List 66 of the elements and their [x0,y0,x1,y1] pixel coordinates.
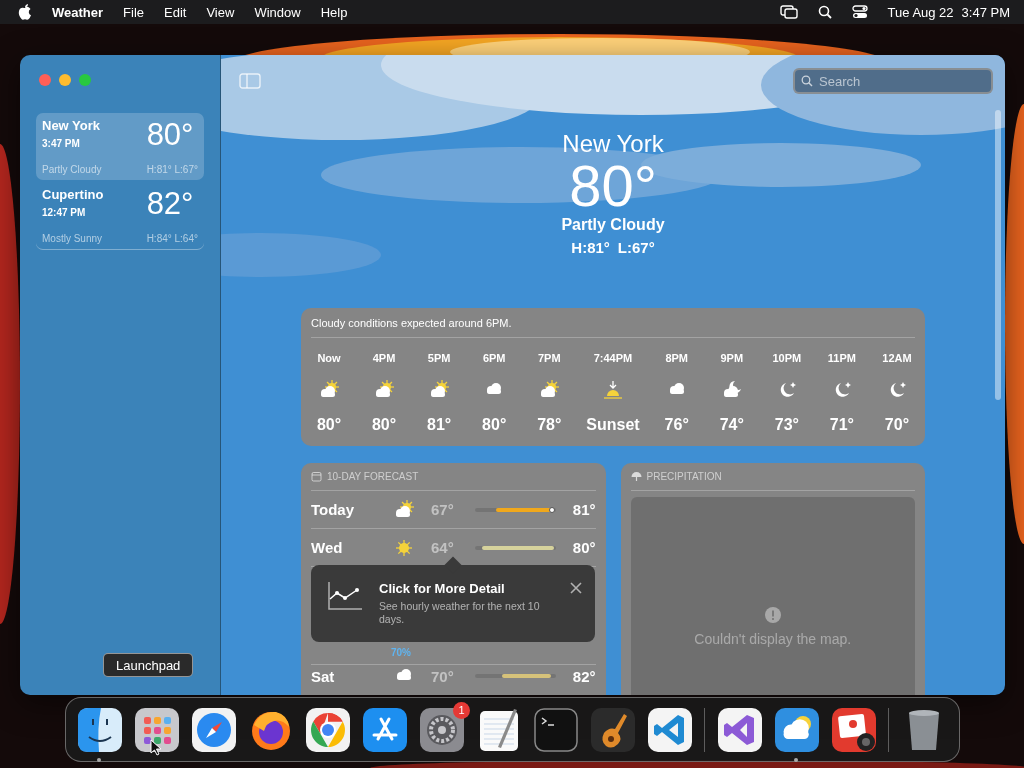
menu-item[interactable]: Help [320,4,348,20]
hour-label: 11PM [827,352,856,364]
high-temperature: 82° [571,667,596,685]
menu-bar-clock[interactable]: 3:47 PM [961,4,1010,20]
hour-temperature: Sunset [586,416,640,434]
location-high-low: H:81° L:67° [146,164,198,175]
tooltip-text: See hourly weather for the next 10 days. [379,600,541,626]
location-time: 3:47 PM [42,137,81,151]
hour-label: 6PM [482,352,506,364]
location-condition: Mostly Sunny [42,233,104,244]
menu-bar-date[interactable]: Tue Aug 22 [887,4,954,20]
hour-label: 10PM [772,352,802,364]
current-condition: Partly Cloudy [561,216,665,234]
location-item[interactable]: Cupertino 12:47 PM 82° Mostly Sunny H:84° L:64° [36,182,204,250]
menu-item[interactable]: Edit [164,4,187,20]
card-title: PRECIPITATION [646,471,722,482]
hour-temperature: 76° [664,416,689,434]
location-temperature: 80° [146,118,195,152]
day-label: Wed [311,539,344,556]
location-temperature: 82° [146,187,195,221]
menu-item[interactable]: View [206,4,235,20]
hour-temperature: 74° [719,416,744,434]
hour-label: 7PM [537,352,561,364]
low-temperature: 67° [431,501,455,518]
hour-label: Now [317,352,341,364]
menu-item[interactable]: File [123,4,144,20]
tooltip-title: Click for More Detail [379,581,506,596]
precipitation-chance: 70% [391,647,411,658]
menu-item[interactable]: Window [254,4,301,20]
high-temperature: H:81° [571,239,610,256]
hour-temperature: 71° [829,416,854,434]
card-title: 10-DAY FORECAST [327,471,419,482]
notification-badge: 1 [453,701,470,719]
dock-app-button[interactable]: 1 [413,701,470,758]
city-name: New York [562,130,664,158]
low-temperature: 70° [431,667,455,685]
location-high-low: H:84° L:64° [146,233,198,244]
hour-temperature: 80° [371,416,397,434]
search-field[interactable]: Search [793,68,993,94]
hour-label: 12AM [882,352,912,364]
hour-temperature: 70° [884,416,910,434]
hour-label: 7:44PM [593,352,633,364]
low-temperature: L:67° [617,239,655,256]
location-condition: Partly Cloudy [42,164,103,175]
hour-label: 5PM [427,352,451,364]
hour-temperature: 81° [427,416,452,434]
location-time: 12:47 PM [42,206,87,220]
hour-label: 8PM [665,352,689,364]
day-label: Sat [311,667,336,685]
app-menu[interactable]: Weather [52,4,104,20]
hour-temperature: 80° [316,416,342,434]
high-temperature: 81° [571,501,596,518]
forecast-summary: Cloudy conditions expected around 6PM. [311,317,915,338]
current-temperature: 80° [569,158,657,214]
hour-temperature: 73° [774,416,799,434]
day-label: Today [311,501,356,518]
hour-label: 4PM [372,352,396,364]
map-error-message: Couldn't display the map. [694,631,852,647]
location-name: Cupertino [42,187,105,204]
hour-temperature: 80° [482,416,507,434]
hour-temperature: 78° [537,416,562,434]
hour-label: 9PM [720,352,744,364]
high-temperature: 80° [571,539,596,556]
dock-tooltip: Launchpad [103,653,194,677]
location-name: New York [42,118,102,135]
low-temperature: 64° [431,539,455,556]
